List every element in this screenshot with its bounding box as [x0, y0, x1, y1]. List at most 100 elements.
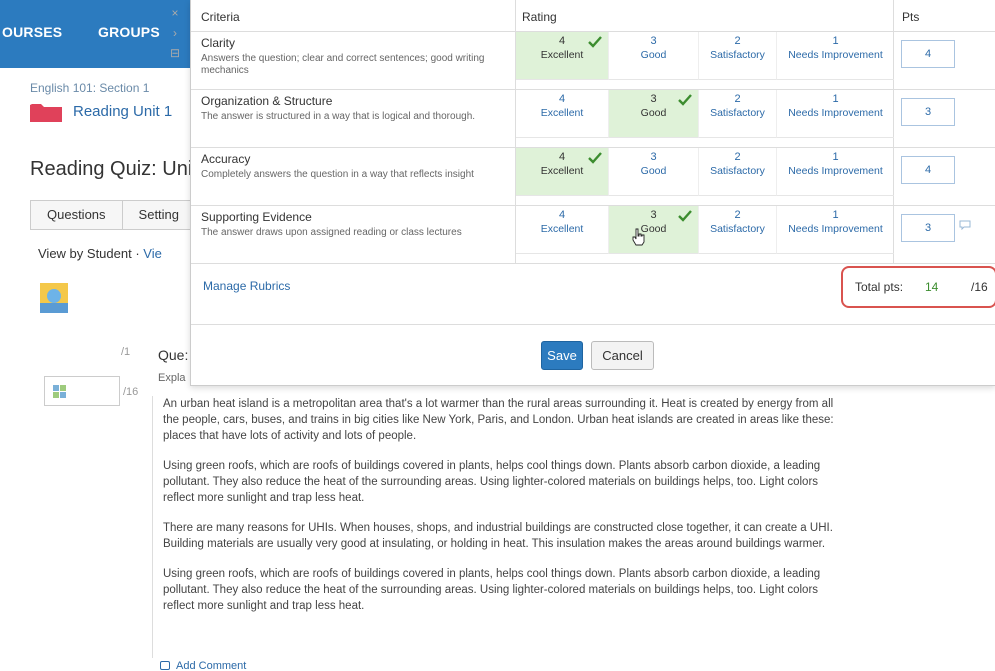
rating-points: 2	[734, 35, 741, 47]
rubric-row: Clarity Answers the question; clear and c…	[191, 32, 995, 90]
criterion-cell: Clarity Answers the question; clear and c…	[191, 32, 516, 90]
add-comment-link[interactable]: Add Comment	[160, 660, 246, 671]
rating-option[interactable]: 1 Needs Improvement	[776, 32, 894, 80]
rating-options: 4 Excellent 3 Good 2 Satisfactory 1 Needs Impro…	[516, 90, 894, 148]
grid-icon	[53, 385, 66, 398]
points-input[interactable]: 4	[901, 156, 955, 184]
grade-total: /16	[123, 386, 139, 398]
rating-options: 4 Excellent 3 Good 2 Satisfactory 1 Needs Impro…	[516, 148, 894, 206]
rating-label: Needs Improvement	[788, 107, 883, 119]
breadcrumb-unit[interactable]: Reading Unit 1	[73, 103, 172, 120]
student-answer: An urban heat island is a metropolitan a…	[152, 396, 842, 658]
collapse-icon[interactable]: ⊟	[164, 46, 186, 66]
rating-label: Needs Improvement	[788, 223, 883, 235]
rating-options: 4 Excellent 3 Good 2 Satisfactory 1 Needs Impro…	[516, 206, 894, 264]
question-score: /1	[121, 346, 131, 358]
criterion-name: Supporting Evidence	[201, 210, 312, 224]
comment-icon[interactable]	[959, 220, 971, 230]
grade-input[interactable]	[44, 376, 120, 406]
rating-option[interactable]: 3 Good	[608, 32, 698, 80]
rubric-row: Organization & Structure The answer is st…	[191, 90, 995, 148]
comment-icon	[160, 661, 170, 670]
view-link[interactable]: Vie	[143, 246, 162, 261]
save-button[interactable]: Save	[541, 341, 583, 370]
close-icon[interactable]: ×	[164, 6, 186, 26]
criterion-cell: Organization & Structure The answer is st…	[191, 90, 516, 148]
rating-label: Good	[640, 165, 667, 177]
rubric-row: Supporting Evidence The answer draws upon…	[191, 206, 995, 264]
answer-paragraph: Using green roofs, which are roofs of bu…	[163, 460, 821, 504]
view-by-student-label: View by Student ·	[38, 246, 140, 261]
hand-cursor-icon	[632, 228, 645, 246]
criterion-name: Clarity	[201, 36, 236, 50]
add-comment-label: Add Comment	[176, 660, 247, 671]
rating-points: 1	[832, 93, 839, 105]
criterion-description: The answer draws upon assigned reading o…	[201, 227, 462, 238]
rating-label: Excellent	[540, 165, 584, 177]
points-input[interactable]: 3	[901, 214, 955, 242]
question-explanation: Expla	[158, 372, 186, 384]
criterion-description: The answer is structured in a way that i…	[201, 111, 476, 122]
answer-paragraph: There are many reasons for UHIs. When ho…	[163, 522, 833, 550]
rating-label: Good	[640, 223, 667, 235]
tab-questions[interactable]: Questions	[30, 200, 123, 229]
criterion-name: Accuracy	[201, 152, 251, 166]
rating-points: 4	[558, 209, 566, 221]
total-points-label: Total pts:	[855, 280, 904, 294]
rating-label: Needs Improvement	[788, 165, 883, 177]
rating-option[interactable]: 4 Excellent	[516, 206, 608, 254]
page-title: Reading Quiz: Uni	[30, 158, 193, 180]
rating-option[interactable]: 2 Satisfactory	[698, 32, 776, 80]
rating-option[interactable]: 4 Excellent	[516, 90, 608, 138]
criterion-cell: Accuracy Completely answers the question …	[191, 148, 516, 206]
rating-label: Excellent	[540, 107, 584, 119]
tab-settings[interactable]: Setting	[122, 200, 197, 229]
rating-option[interactable]: 3 Good	[608, 148, 698, 196]
breadcrumb-course[interactable]: English 101: Section 1	[30, 81, 149, 95]
rating-points: 4	[558, 93, 566, 105]
criterion-cell: Supporting Evidence The answer draws upon…	[191, 206, 516, 264]
rubric-panel: Criteria Rating Pts Clarity Answers the q…	[190, 0, 995, 386]
rating-label: Satisfactory	[710, 107, 765, 119]
criteria-header: Criteria	[191, 0, 516, 32]
rating-option[interactable]: 1 Needs Improvement	[776, 90, 894, 138]
rating-option[interactable]: 4 Excellent	[516, 148, 608, 196]
chevron-right-icon[interactable]: ›	[164, 26, 186, 46]
manage-rubrics-link[interactable]: Manage Rubrics	[203, 279, 290, 293]
rating-points: 3	[650, 35, 657, 47]
rating-points: 2	[734, 151, 741, 163]
rating-option[interactable]: 2 Satisfactory	[698, 206, 776, 254]
rating-label: Satisfactory	[710, 165, 765, 177]
rating-label: Excellent	[540, 223, 584, 235]
rating-option[interactable]: 3 Good	[608, 90, 698, 138]
nav-courses[interactable]: OURSES	[2, 24, 62, 40]
folder-icon	[30, 104, 62, 122]
side-controls: × › ⊟	[164, 6, 186, 66]
criterion-description: Answers the question; clear and correct …	[201, 53, 485, 76]
rating-option[interactable]: 2 Satisfactory	[698, 90, 776, 138]
rating-option[interactable]: 1 Needs Improvement	[776, 148, 894, 196]
pts-header: Pts	[894, 0, 995, 32]
tab-bar: Questions Setting	[30, 200, 197, 230]
divider	[191, 324, 995, 325]
rating-points: 3	[650, 151, 657, 163]
total-points-box: Total pts: 14 /16	[841, 266, 995, 308]
cancel-button[interactable]: Cancel	[591, 341, 654, 370]
rating-option[interactable]: 4 Excellent	[516, 32, 608, 80]
rating-options: 4 Excellent 3 Good 2 Satisfactory 1 Needs Impro…	[516, 32, 894, 90]
points-input[interactable]: 3	[901, 98, 955, 126]
rubric-row: Accuracy Completely answers the question …	[191, 148, 995, 206]
rating-points: 1	[832, 151, 839, 163]
answer-paragraph: Using green roofs, which are roofs of bu…	[163, 568, 821, 612]
rating-option[interactable]: 3 Good	[608, 206, 698, 254]
checkmark-icon	[588, 36, 602, 48]
avatar	[40, 283, 68, 313]
nav-groups[interactable]: GROUPS	[98, 24, 160, 40]
points-input[interactable]: 4	[901, 40, 955, 68]
criterion-description: Completely answers the question in a way…	[201, 169, 474, 180]
rating-option[interactable]: 1 Needs Improvement	[776, 206, 894, 254]
rating-points: 2	[734, 93, 741, 105]
rating-points: 2	[734, 209, 741, 221]
rating-option[interactable]: 2 Satisfactory	[698, 148, 776, 196]
rating-header: Rating	[516, 0, 894, 32]
